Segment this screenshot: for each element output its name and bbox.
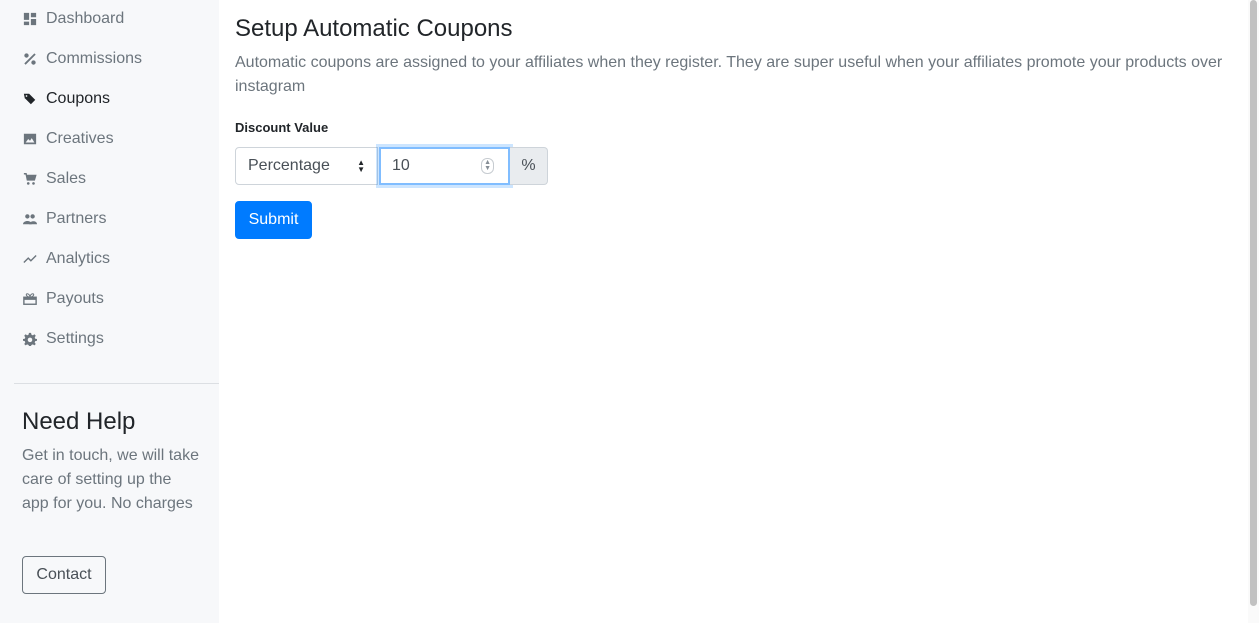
image-icon [22, 131, 38, 147]
sidebar-item-sales[interactable]: Sales [22, 167, 212, 191]
discount-value-label: Discount Value [235, 120, 329, 135]
scrollbar-thumb[interactable] [1250, 0, 1257, 606]
sidebar-item-coupons[interactable]: Coupons [22, 87, 212, 111]
sidebar-item-label: Sales [46, 170, 87, 187]
page-title: Setup Automatic Coupons [235, 15, 513, 42]
dashboard-icon [22, 11, 38, 27]
sidebar-item-commissions[interactable]: Commissions [22, 47, 212, 71]
sidebar-item-label: Partners [46, 210, 107, 227]
select-arrows-icon: ▲ ▼ [357, 158, 365, 174]
people-icon [22, 211, 38, 227]
trending-icon [22, 251, 38, 267]
discount-unit-addon: % [510, 147, 548, 185]
sidebar-item-settings[interactable]: Settings [22, 327, 212, 351]
help-text: Get in touch, we will take care of setti… [22, 447, 199, 512]
sidebar-item-label: Payouts [46, 290, 104, 307]
help-title: Need Help [22, 408, 136, 435]
vertical-scrollbar[interactable] [1248, 0, 1259, 623]
tags-icon [22, 91, 38, 107]
discount-type-value: Percentage [248, 157, 330, 174]
sidebar-item-analytics[interactable]: Analytics [22, 247, 212, 271]
discount-input-group: Percentage ▲ ▼ 10 ▲ ▼ % [235, 147, 548, 185]
gear-icon [22, 331, 38, 347]
discount-value-text: 10 [392, 157, 410, 174]
discount-value-input[interactable]: 10 ▲ ▼ [379, 147, 510, 185]
sidebar-item-label: Coupons [46, 90, 111, 107]
sidebar-item-payouts[interactable]: Payouts [22, 287, 212, 311]
page-description: Automatic coupons are assigned to your a… [235, 54, 1223, 95]
sidebar-item-label: Settings [46, 330, 104, 347]
sidebar-item-partners[interactable]: Partners [22, 207, 212, 231]
gift-icon [22, 291, 38, 307]
cart-icon [22, 171, 38, 187]
sidebar-item-label: Dashboard [46, 10, 125, 27]
sidebar-item-label: Commissions [46, 50, 143, 67]
contact-button[interactable]: Contact [22, 556, 106, 594]
sidebar: Dashboard Commissions Coupons Creatives … [0, 0, 219, 623]
sidebar-item-dashboard[interactable]: Dashboard [22, 7, 212, 31]
percent-icon [22, 51, 38, 67]
sidebar-item-label: Analytics [46, 250, 111, 267]
discount-type-select[interactable]: Percentage ▲ ▼ [235, 147, 378, 185]
sidebar-item-label: Creatives [46, 130, 114, 147]
sidebar-divider [14, 383, 219, 384]
number-spinner-icon[interactable]: ▲ ▼ [481, 158, 494, 174]
submit-button[interactable]: Submit [235, 201, 312, 239]
sidebar-item-creatives[interactable]: Creatives [22, 127, 212, 151]
